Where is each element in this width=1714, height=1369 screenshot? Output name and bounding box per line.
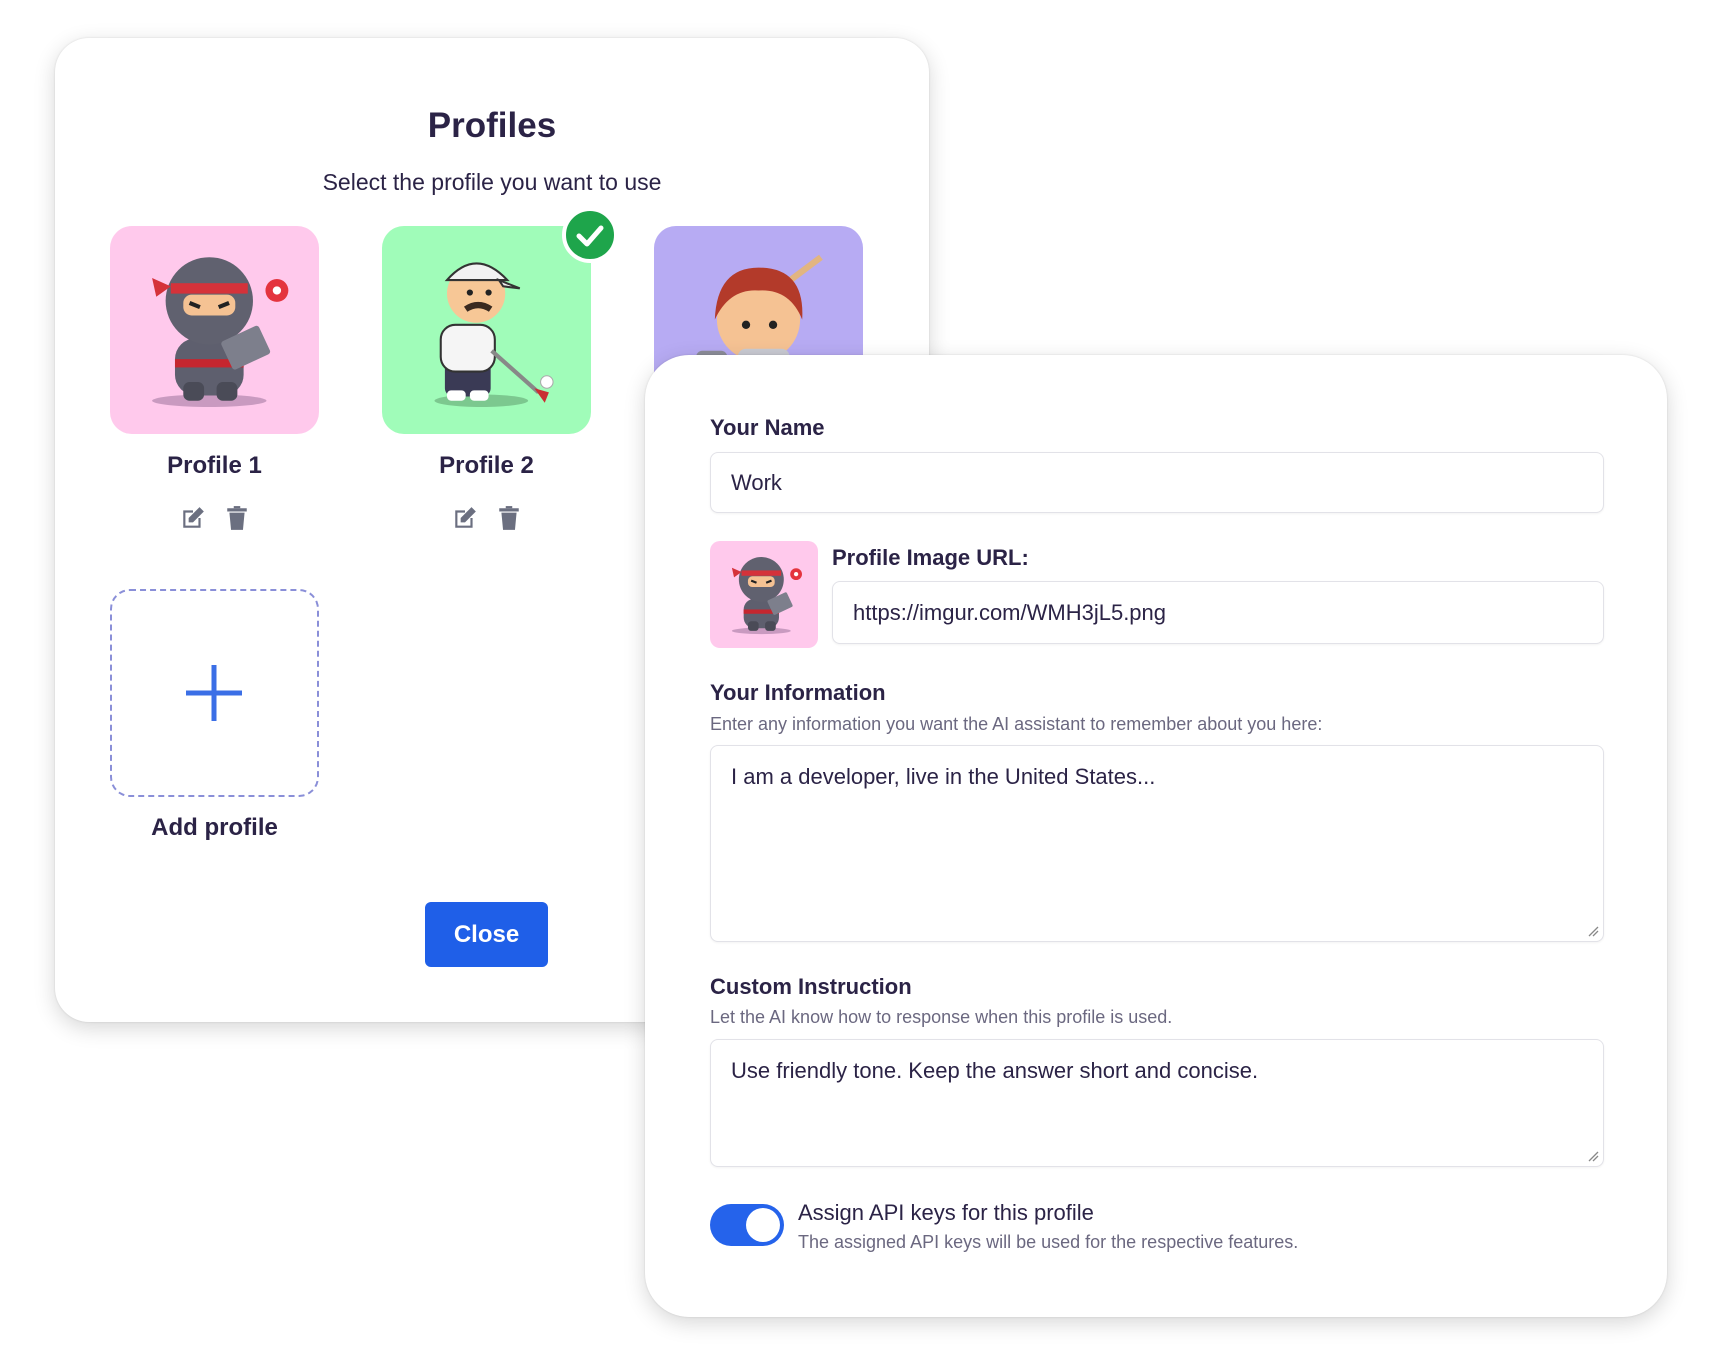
edit-icon[interactable]	[180, 504, 206, 532]
profile-1-label: Profile 1	[167, 452, 262, 479]
image-url-input[interactable]: https://imgur.com/WMH3jL5.png	[832, 581, 1604, 644]
close-button[interactable]: Close	[425, 902, 548, 967]
image-url-value: https://imgur.com/WMH3jL5.png	[853, 599, 1167, 625]
dialog-title: Profiles	[427, 106, 557, 145]
profile-1-card[interactable]	[110, 226, 319, 434]
add-profile-button[interactable]	[110, 589, 319, 797]
trash-icon[interactable]	[496, 504, 522, 532]
info-help: Enter any information you want the AI as…	[710, 714, 1323, 734]
info-label: Your Information	[710, 680, 886, 705]
ninja-avatar-image	[110, 226, 319, 434]
api-keys-toggle[interactable]	[710, 1204, 784, 1246]
api-toggle-help: The assigned API keys will be used for t…	[798, 1232, 1299, 1252]
image-url-label: Profile Image URL:	[832, 545, 1029, 570]
edit-profile-form: Your Name Work Profile Image URL: https:…	[645, 355, 1667, 1317]
info-textarea[interactable]: I am a developer, live in the United Sta…	[710, 745, 1604, 942]
profile-2-card[interactable]	[382, 226, 591, 434]
resize-handle-icon[interactable]	[1587, 925, 1599, 937]
name-label: Your Name	[710, 415, 825, 440]
selected-check-icon	[562, 207, 618, 263]
profile-2-label: Profile 2	[439, 452, 534, 479]
name-input-value: Work	[731, 469, 782, 495]
add-profile-label: Add profile	[151, 814, 278, 841]
profile-image-thumbnail	[710, 541, 818, 648]
plus-icon	[186, 665, 242, 721]
golfer-avatar-image	[382, 226, 591, 434]
api-toggle-label: Assign API keys for this profile	[798, 1200, 1094, 1225]
resize-handle-icon[interactable]	[1587, 1150, 1599, 1162]
info-value: I am a developer, live in the United Sta…	[731, 764, 1156, 789]
toggle-knob	[746, 1208, 780, 1242]
instruction-value: Use friendly tone. Keep the answer short…	[731, 1058, 1259, 1083]
name-input[interactable]: Work	[710, 452, 1604, 513]
instruction-textarea[interactable]: Use friendly tone. Keep the answer short…	[710, 1039, 1604, 1167]
trash-icon[interactable]	[224, 504, 250, 532]
dialog-subtitle: Select the profile you want to use	[322, 169, 662, 195]
edit-icon[interactable]	[452, 504, 478, 532]
instruction-help: Let the AI know how to response when thi…	[710, 1007, 1173, 1027]
instruction-label: Custom Instruction	[710, 974, 912, 999]
